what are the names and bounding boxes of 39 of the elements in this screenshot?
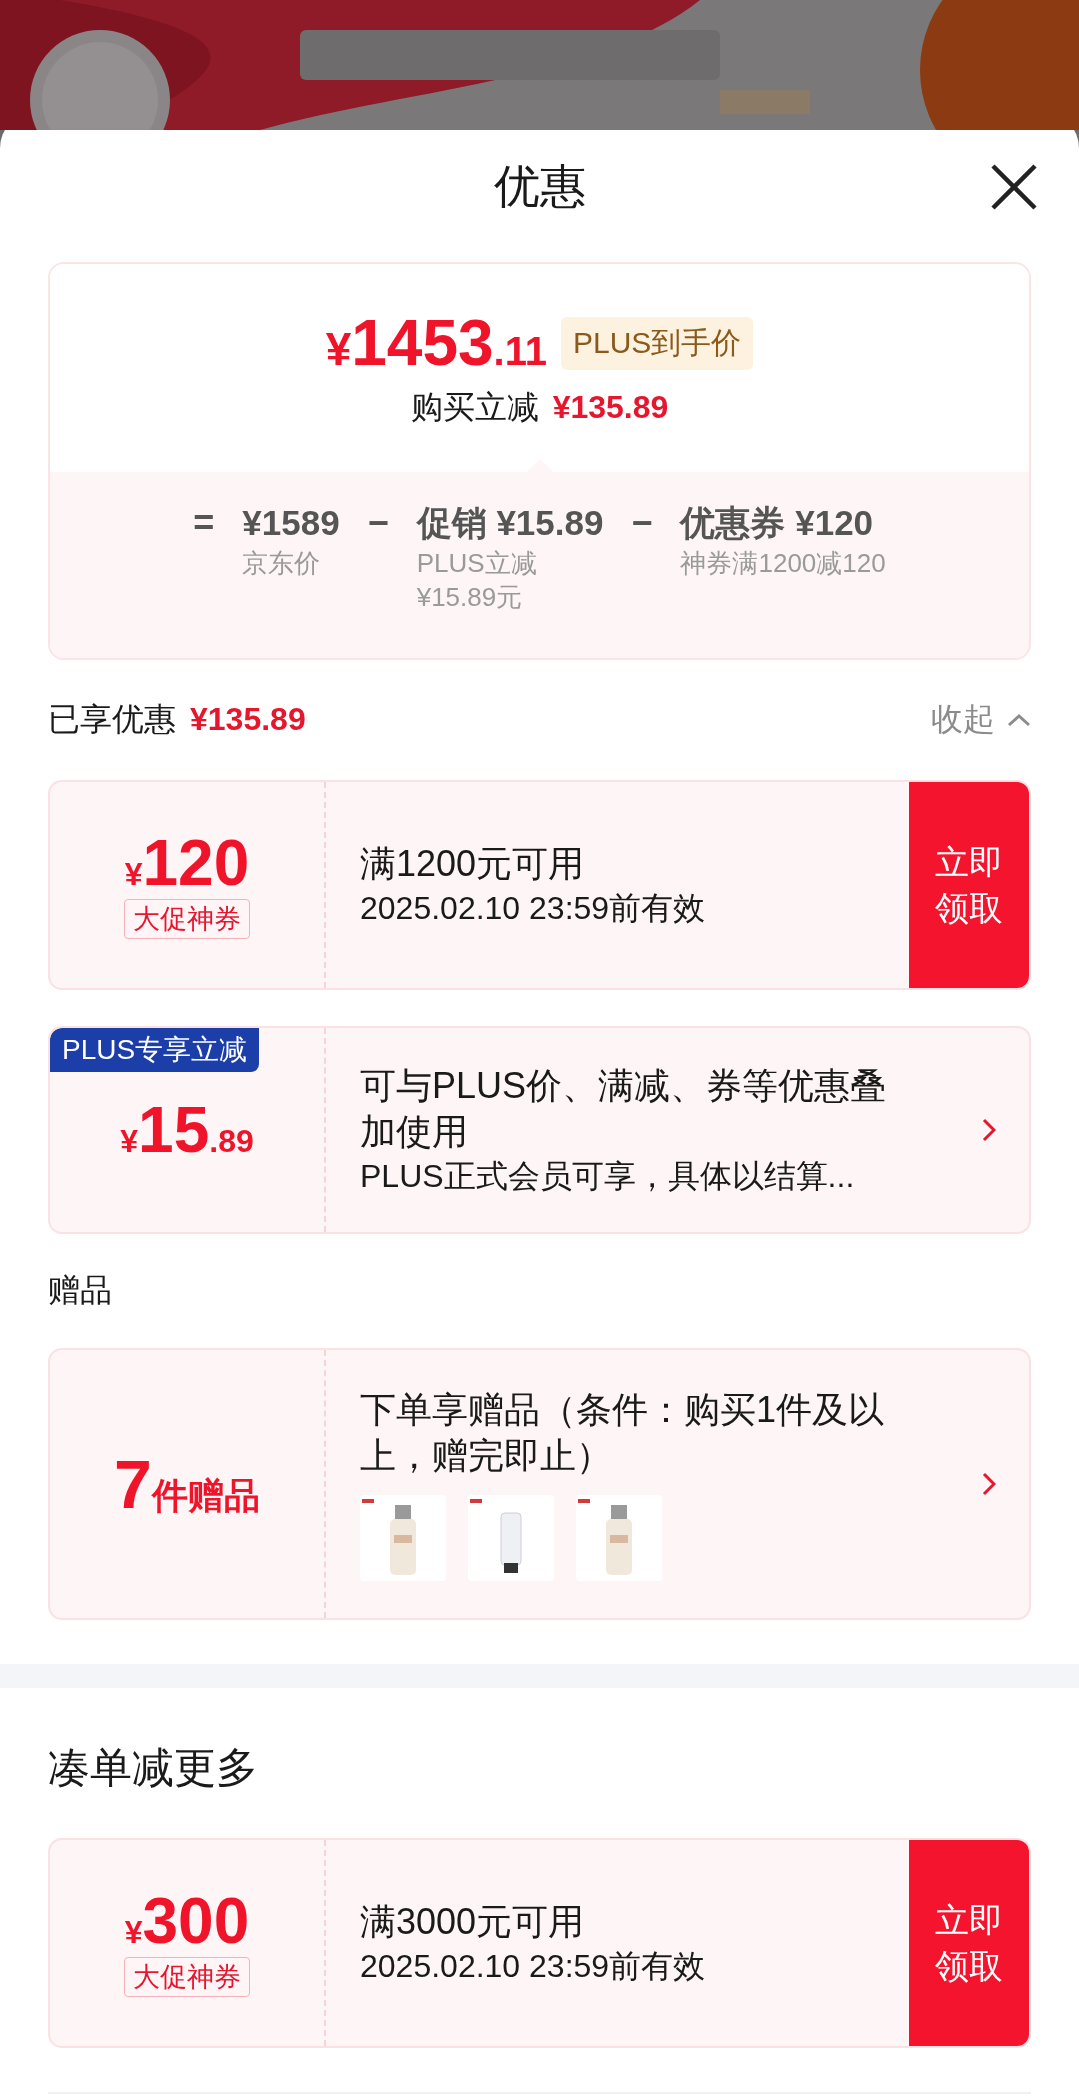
coupon-tag: 大促神券 xyxy=(124,899,250,939)
operator-sign: − xyxy=(631,501,653,545)
offer-title: 满3000元可用 xyxy=(360,1900,586,1944)
operator-sign: = xyxy=(193,501,215,545)
savings-amount: ¥135.89 xyxy=(190,701,306,738)
operator-sign: − xyxy=(367,501,389,545)
section-title: 凑单减更多 xyxy=(48,1743,259,1793)
discount-amount: ¥15.89 xyxy=(120,1098,254,1162)
coupon-amount: ¥300 xyxy=(124,1889,250,1953)
sheet-title: 优惠 xyxy=(493,159,586,214)
final-price: ¥1453.11 xyxy=(325,306,547,380)
offer-title: 可与PLUS价、满减、券等优惠叠加使用 xyxy=(360,1064,888,1154)
term-note: 神券满1200减120 xyxy=(680,547,886,580)
coupon-tag: 大促神券 xyxy=(124,1957,250,1997)
price-badge: PLUS到手价 xyxy=(561,316,754,370)
savings-label: 已享优惠 xyxy=(48,700,176,739)
price-term: ¥1589 xyxy=(242,502,340,544)
discount-amount: ¥135.89 xyxy=(552,389,669,426)
offer-detail: 2025.02.10 23:59前有效 xyxy=(360,1947,707,1986)
chevron-up-icon xyxy=(1007,713,1031,727)
chevron-right-icon xyxy=(982,1118,996,1142)
term-note: 京东价 xyxy=(242,547,321,580)
claim-button[interactable]: 立即领取 xyxy=(909,782,1029,988)
offer-detail: 2025.02.10 23:59前有效 xyxy=(360,889,707,928)
chevron-right-icon xyxy=(982,1472,996,1496)
coupon-amount: ¥120 xyxy=(124,831,250,895)
offer-detail: PLUS正式会员可享，具体以结算... xyxy=(360,1157,856,1196)
section-label: 赠品 xyxy=(48,1271,113,1310)
claim-button[interactable]: 立即领取 xyxy=(909,1840,1029,2046)
discount-label: 购买立减 xyxy=(410,388,539,427)
collapse-button[interactable]: 收起 xyxy=(931,698,1031,742)
plus-badge: PLUS专享立减 xyxy=(50,1028,260,1072)
offer-title: 满1200元可用 xyxy=(360,842,586,886)
price-term: 优惠券 ¥120 xyxy=(680,502,875,544)
term-note: PLUS立减 ¥15.89元 xyxy=(416,547,538,614)
price-term: 促销 ¥15.89 xyxy=(416,502,604,544)
close-icon[interactable] xyxy=(989,162,1039,212)
gift-count: 7件赠品 xyxy=(114,1450,260,1518)
offer-title: 下单享赠品（条件：购买1件及以上，赠完即止） xyxy=(360,1388,886,1478)
